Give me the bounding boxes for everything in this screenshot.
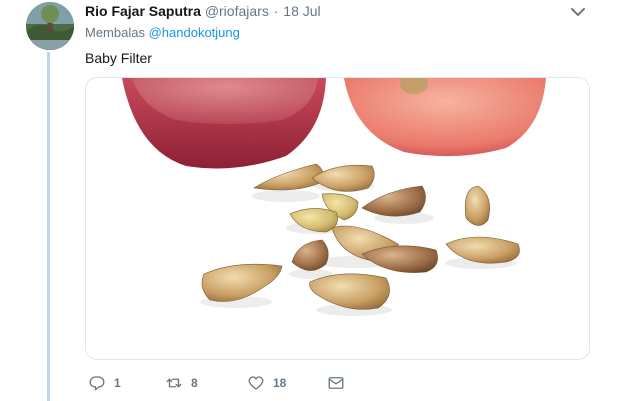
reply-icon — [89, 376, 105, 391]
mail-icon — [328, 377, 344, 389]
reply-count: 1 — [114, 376, 121, 390]
retweet-button[interactable]: 8 — [165, 373, 198, 393]
reply-prefix: Membalas — [85, 25, 145, 40]
reply-mention-link[interactable]: @handokotjung — [149, 25, 240, 40]
grape-seeds-photo — [122, 78, 546, 316]
reply-context: Membalas @handokotjung — [85, 25, 240, 41]
direct-message-button[interactable] — [327, 373, 345, 393]
like-count: 18 — [273, 376, 287, 390]
chevron-down-icon — [571, 8, 585, 17]
retweet-count: 8 — [191, 376, 198, 390]
tweet-media[interactable] — [85, 77, 590, 360]
display-name[interactable]: Rio Fajar Saputra — [85, 3, 201, 19]
tweet-date[interactable]: 18 Jul — [283, 3, 320, 19]
tweet-text: Baby Filter — [85, 50, 152, 66]
avatar[interactable] — [26, 2, 74, 50]
thread-connector-line — [47, 52, 50, 401]
tweet-header: Rio Fajar Saputra @riofajars · 18 Jul — [85, 2, 321, 20]
retweet-icon — [166, 378, 182, 388]
user-handle[interactable]: @riofajars — [205, 3, 269, 19]
separator-dot: · — [273, 3, 279, 19]
more-options-caret[interactable] — [568, 4, 588, 20]
heart-icon — [248, 376, 264, 390]
tweet-actions: 1 8 18 — [85, 373, 385, 393]
reply-button[interactable]: 1 — [88, 373, 121, 393]
avatar-image — [26, 2, 74, 50]
like-button[interactable]: 18 — [247, 373, 286, 393]
